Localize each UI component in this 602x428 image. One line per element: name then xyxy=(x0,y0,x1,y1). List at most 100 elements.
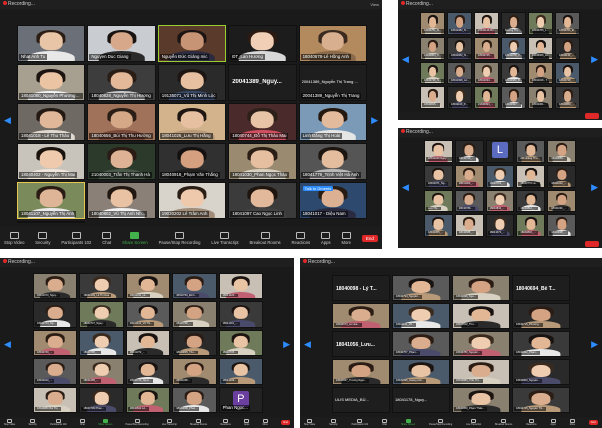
participant-tile[interactable]: 18040799 Phan... xyxy=(79,386,124,413)
participant-tile[interactable]: 18040678-Lê Hồng Anh xyxy=(298,25,367,63)
participant-tile[interactable]: 19135071_Vũ Thị Minh Lộc xyxy=(157,64,227,102)
apps-button[interactable]: Apps xyxy=(244,419,249,426)
participant-tile[interactable]: 18040808_Phan... xyxy=(172,386,217,413)
participant-tile[interactable]: 18040812_Thu... xyxy=(452,303,510,329)
reactions-button[interactable]: Reactions xyxy=(292,231,310,245)
view-button[interactable]: View xyxy=(370,0,379,9)
participant-tile[interactable]: 18041000_... xyxy=(454,164,484,188)
more-button[interactable]: More xyxy=(341,231,351,245)
participant-tile[interactable]: 18040862_Phạm... xyxy=(512,331,570,357)
participant-tile[interactable]: 18040780_Nguyễn... xyxy=(452,331,510,357)
participant-tile[interactable]: 20041389_Nguyễn Thị Trang ... 20041389_Ng… xyxy=(298,64,367,102)
participant-tile[interactable]: 18040765_Lê Thị... xyxy=(528,12,553,35)
participant-tile[interactable]: 18041096... xyxy=(172,358,217,385)
participant-tile[interactable]: 18040680_Bùi... xyxy=(501,61,526,85)
participant-tile[interactable]: 18040859_Phạm Thảo... xyxy=(452,387,510,413)
participant-tile[interactable]: 18041001... xyxy=(528,86,553,109)
pause-button[interactable]: Pause/Stop Recording xyxy=(159,231,200,245)
participant-tile[interactable]: 18041071_Ng... xyxy=(424,164,453,188)
video-button[interactable]: Stop Video xyxy=(4,419,15,426)
participant-tile[interactable]: 18040729_Nguy... xyxy=(125,358,171,385)
prev-page-icon[interactable]: ◀ xyxy=(304,340,311,349)
participant-tile[interactable]: 18041104_Vũ... xyxy=(392,303,450,329)
video-button[interactable]: Stop Video xyxy=(304,419,315,426)
participant-tile[interactable]: 18041010_... xyxy=(33,358,78,385)
participant-tile[interactable]: 18040832_... xyxy=(516,214,546,237)
participant-tile[interactable]: 21040003_Trần Thị Thanh Hà xyxy=(87,142,156,180)
participant-tile[interactable]: 18041099... xyxy=(218,358,263,385)
participant-tile[interactable]: L xyxy=(485,140,515,163)
participant-tile[interactable]: 18041020... xyxy=(218,273,263,300)
participant-tile[interactable]: 18040869_... xyxy=(555,86,580,109)
shield-button[interactable]: Security xyxy=(329,419,338,426)
participant-tile[interactable]: 18040701_Đỗ... xyxy=(555,12,580,35)
participant-tile[interactable]: 18040864_Trần... xyxy=(420,36,445,60)
participant-tile[interactable]: 18041016 - Trần... xyxy=(528,61,553,85)
participant-tile[interactable]: Talk to Gmeets 18041017 - Diệu Nam xyxy=(298,181,367,219)
more-button[interactable]: More xyxy=(263,419,268,426)
participant-tile[interactable]: 18041012_... xyxy=(547,164,576,188)
participant-tile[interactable]: 20041389_Nguy... xyxy=(228,64,297,102)
participant-tile[interactable]: 18041101_... xyxy=(218,301,263,328)
next-page-icon[interactable]: ▶ xyxy=(591,183,598,192)
participants-button[interactable]: Participants 102 xyxy=(61,231,91,245)
breakout-button[interactable]: Breakout Rooms xyxy=(190,419,207,426)
breakout-button[interactable]: Breakout Rooms xyxy=(495,419,512,426)
participant-tile[interactable]: 18041097 Cao Ngọc Linh xyxy=(228,181,297,219)
participant-tile[interactable]: Dương Thị... xyxy=(501,12,526,35)
participant-tile[interactable]: 18041072_... xyxy=(125,329,171,357)
participant-tile[interactable]: 18040696_Ngu... xyxy=(452,275,510,301)
next-page-icon[interactable]: ▶ xyxy=(283,340,290,349)
participant-tile[interactable]: 18040815... xyxy=(420,86,445,109)
participant-tile[interactable]: 18040794_Nguyễn... xyxy=(392,275,450,301)
participant-tile[interactable]: ULIS MEDIA_BÙ... xyxy=(332,387,390,413)
participant-tile[interactable]: 18041178_Nguy... xyxy=(392,387,450,413)
participant-tile[interactable]: 18041049 Nguyễn... xyxy=(424,140,453,163)
next-page-icon[interactable]: ▶ xyxy=(591,340,598,349)
participant-tile[interactable]: Nguyễn Đức Giảng mic xyxy=(157,25,227,63)
more-button[interactable]: More xyxy=(570,419,575,426)
shield-button[interactable]: Security xyxy=(35,231,50,245)
participant-tile[interactable]: 18040918_Phạm Văn Thắng xyxy=(157,142,227,180)
participant-tile[interactable]: AB Hoàng Thu... xyxy=(516,140,546,163)
participant-tile[interactable]: 21041149-Bùi... xyxy=(474,12,499,35)
end-button[interactable]: End xyxy=(589,420,598,425)
participant-tile[interactable]: 18040673_Lê Hoa... xyxy=(332,303,390,329)
participant-tile[interactable]: 18041011_Lê... xyxy=(125,273,171,300)
participants-button[interactable]: Participants 102 xyxy=(352,419,368,426)
participant-tile[interactable]: 18041091_... xyxy=(547,189,576,213)
cc-button[interactable]: Live Transcript xyxy=(466,419,481,426)
participant-tile[interactable]: 18041078_Vũ... xyxy=(501,36,526,60)
participant-tile[interactable]: 18041131_Vũ Thị... xyxy=(125,301,171,328)
participant-tile[interactable]: 18040795_... xyxy=(79,329,124,357)
participant-tile[interactable]: 18040695_Hoàng Anh... xyxy=(392,359,450,385)
breakout-button[interactable]: Breakout Rooms xyxy=(249,231,281,245)
participant-tile[interactable]: 18041779_Trịnh Việt Hà Anh xyxy=(298,142,367,180)
pause-button[interactable]: Pause/Stop Recording xyxy=(126,419,149,426)
participant-tile[interactable]: 18040757_Phạm... xyxy=(392,331,450,357)
participant-tile[interactable]: Lưu Thị... xyxy=(424,189,453,213)
share-screen-button[interactable]: Share Screen xyxy=(122,231,148,245)
cc-button[interactable]: Live Transcript xyxy=(162,419,177,426)
participant-tile[interactable]: 18041009_Lê Thị Hoa xyxy=(79,273,124,300)
participant-tile[interactable]: 18041018 - Lê Thu Thảo xyxy=(17,103,86,141)
participant-tile[interactable]: 18040770 Lê... xyxy=(516,164,546,188)
apps-button[interactable]: Apps xyxy=(551,419,556,426)
participant-tile[interactable]: 18040714_Ng... xyxy=(33,301,78,328)
reactions-button[interactable]: Reactions xyxy=(526,419,536,426)
participant-tile[interactable]: 18040880 Bùi Thị... xyxy=(33,386,78,413)
participant-tile[interactable]: 18040697... xyxy=(501,86,526,109)
reactions-button[interactable]: Reactions xyxy=(221,419,231,426)
participant-tile[interactable]: 18040707_Trần Ngọc Linh xyxy=(17,221,86,223)
participant-tile[interactable]: Nguyen Duc Giang xyxy=(87,25,156,63)
participant-tile[interactable]: 18040098 - Lý T... xyxy=(332,275,390,301)
participant-tile[interactable]: 21040094_... xyxy=(474,86,499,109)
participant-tile[interactable]: 18040790_... xyxy=(172,301,217,328)
participant-tile[interactable]: 18041103_Ph... xyxy=(447,86,472,109)
participant-tile[interactable]: 18040694_Bế T... xyxy=(512,275,570,301)
participant-tile[interactable]: 18040688_... xyxy=(454,214,484,237)
participant-tile[interactable]: 18040728_... xyxy=(555,61,580,85)
share-screen-button[interactable]: Share Screen xyxy=(98,419,112,426)
participant-tile[interactable]: 18041034... xyxy=(474,61,499,85)
participant-tile[interactable]: 18041098_Lê... xyxy=(447,61,472,85)
